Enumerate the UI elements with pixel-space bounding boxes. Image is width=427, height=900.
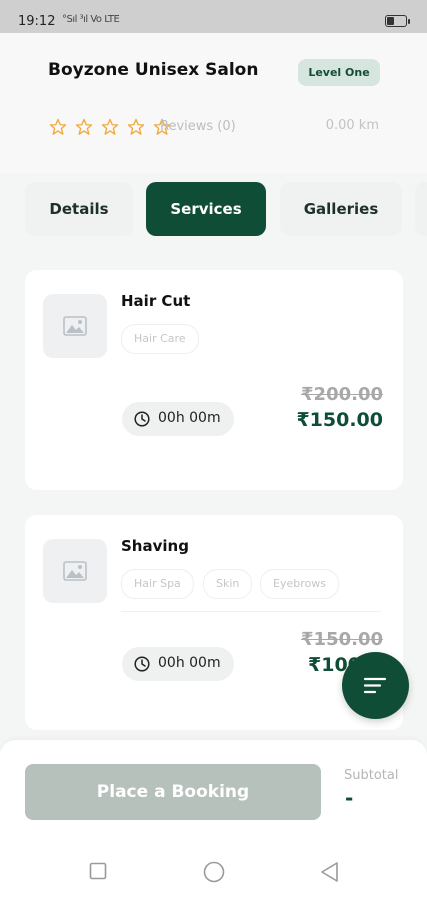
service-thumbnail — [43, 539, 107, 603]
service-tag: Hair Care — [121, 324, 199, 354]
subtotal-label: Subtotal — [344, 768, 399, 783]
salon-name: Boyzone Unisex Salon — [48, 60, 259, 80]
service-name: Hair Cut — [121, 292, 191, 310]
filter-button[interactable] — [342, 652, 409, 719]
battery-icon — [385, 15, 410, 27]
image-icon — [63, 316, 87, 336]
service-tag: Eyebrows — [260, 569, 339, 599]
level-badge: Level One — [298, 59, 380, 86]
service-tag: Hair Spa — [121, 569, 194, 599]
filter-icon — [363, 677, 387, 694]
place-booking-button[interactable]: Place a Booking — [25, 764, 321, 820]
divider — [121, 611, 381, 612]
network-indicator: °Sıl ³ıl Vo LTE — [62, 14, 120, 25]
reviews-count[interactable]: Reviews (0) — [160, 119, 236, 134]
subtotal-value: - — [345, 786, 354, 810]
service-tag: Skin — [203, 569, 253, 599]
star-icon — [102, 118, 119, 135]
service-duration: 00h 00m — [122, 647, 234, 681]
service-thumbnail — [43, 294, 107, 358]
service-price: ₹150.00 — [296, 409, 383, 431]
image-icon — [63, 561, 87, 581]
distance-label: 0.00 km — [325, 118, 379, 133]
tab-galleries[interactable]: Galleries — [280, 182, 402, 236]
circle-icon[interactable] — [203, 861, 225, 883]
rating-stars — [49, 116, 174, 138]
clock-icon — [134, 656, 150, 672]
original-price: ₹200.00 — [301, 384, 383, 405]
service-card[interactable]: Hair Cut Hair Care 00h 00m ₹200.00 ₹150.… — [25, 270, 403, 490]
star-icon — [49, 118, 67, 135]
tab-more[interactable] — [415, 182, 427, 236]
tab-details[interactable]: Details — [25, 182, 133, 236]
triangle-back-icon[interactable] — [320, 861, 340, 883]
status-bar: 19:12 °Sıl ³ıl Vo LTE — [0, 0, 427, 33]
tab-bar: Details Services Galleries — [0, 182, 427, 238]
star-icon — [75, 118, 93, 135]
service-duration: 00h 00m — [122, 402, 234, 436]
system-nav-bar — [0, 844, 427, 900]
tab-services[interactable]: Services — [146, 182, 266, 236]
clock-icon — [134, 411, 150, 427]
salon-header — [0, 33, 427, 173]
square-icon[interactable] — [89, 862, 107, 880]
status-time: 19:12 — [18, 14, 56, 29]
booking-bar: Place a Booking Subtotal - — [0, 740, 427, 844]
duration-text: 00h 00m — [158, 655, 221, 671]
service-name: Shaving — [121, 537, 189, 555]
star-icon — [128, 118, 145, 135]
original-price: ₹150.00 — [301, 629, 383, 650]
duration-text: 00h 00m — [158, 410, 221, 426]
